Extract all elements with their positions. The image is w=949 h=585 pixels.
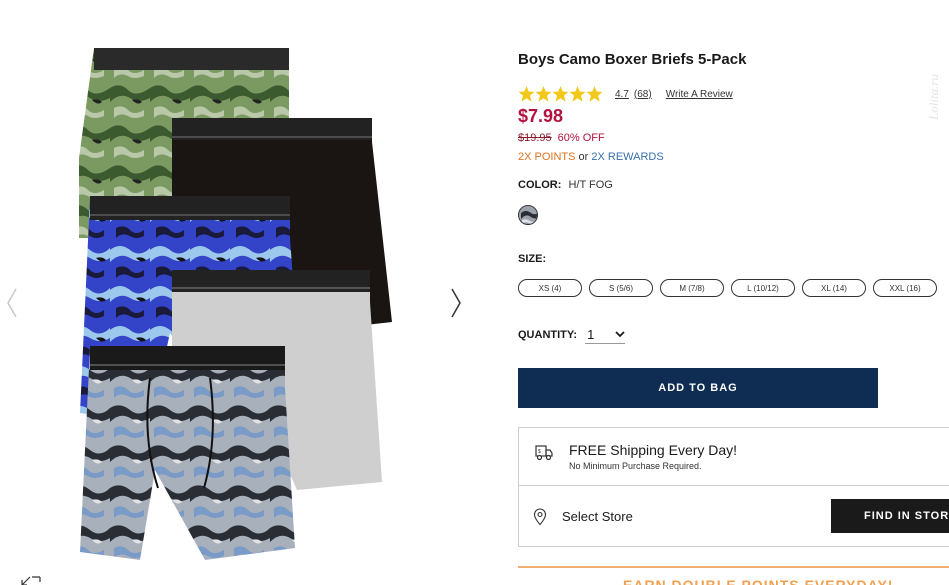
star-icon xyxy=(535,86,552,102)
svg-text:$: $ xyxy=(538,449,541,455)
chevron-down-icon xyxy=(615,331,625,338)
free-shipping-panel: $ FREE Shipping Every Day! No Minimum Pu… xyxy=(519,428,949,486)
watermark-logo: Lolita.ru xyxy=(926,74,941,121)
points-row: 2X POINTS or 2X REWARDS xyxy=(518,151,664,163)
size-option-m[interactable]: M (7/8) xyxy=(660,279,724,297)
select-store-link[interactable]: Select Store xyxy=(562,509,633,524)
or-text: or xyxy=(578,151,589,163)
promo-banner-text: EARN DOUBLE POINTS EVERYDAY! xyxy=(623,577,894,585)
size-label: SIZE: xyxy=(518,253,547,265)
write-review-link[interactable]: Write A Review xyxy=(666,89,733,100)
rewards-text: 2X REWARDS xyxy=(591,151,664,163)
was-price-row: $19.95 60% OFF xyxy=(518,132,605,144)
star-rating xyxy=(518,86,603,102)
find-in-store-button[interactable]: FIND IN STORE xyxy=(831,499,949,533)
sale-price: $7.98 xyxy=(518,106,564,126)
gallery-next-arrow[interactable] xyxy=(449,287,463,319)
size-option-s[interactable]: S (5/6) xyxy=(589,279,653,297)
quantity-select[interactable]: 1 xyxy=(585,326,626,344)
rating-value[interactable]: 4.7 xyxy=(615,89,629,100)
rating-count[interactable]: (68) xyxy=(634,89,652,100)
size-option-l[interactable]: L (10/12) xyxy=(731,279,795,297)
product-title: Boys Camo Boxer Briefs 5-Pack xyxy=(518,51,747,68)
star-icon xyxy=(552,86,569,102)
star-icon xyxy=(518,86,535,102)
product-details: Boys Camo Boxer Briefs 5-Pack 4.7 (68) W… xyxy=(518,0,949,585)
free-shipping-subtitle: No Minimum Purchase Required. xyxy=(569,461,702,471)
star-icon xyxy=(586,86,603,102)
free-shipping-title: FREE Shipping Every Day! xyxy=(569,442,738,458)
discount-badge: 60% OFF xyxy=(557,132,605,144)
expand-icon[interactable] xyxy=(20,574,42,585)
color-value: H/T FOG xyxy=(568,179,613,191)
svg-text:Lolita.ru: Lolita.ru xyxy=(926,74,941,121)
truck-icon: $ xyxy=(535,445,553,461)
gallery-prev-arrow[interactable] xyxy=(5,287,19,319)
product-gallery xyxy=(0,0,480,585)
size-options: XS (4) S (5/6) M (7/8) L (10/12) XL (14)… xyxy=(518,279,937,297)
shipping-box: $ FREE Shipping Every Day! No Minimum Pu… xyxy=(518,427,949,547)
points-text: 2X POINTS xyxy=(518,151,576,163)
add-to-bag-button[interactable]: ADD TO BAG xyxy=(518,368,878,408)
star-icon xyxy=(569,86,586,102)
rating-row: 4.7 (68) Write A Review xyxy=(518,86,738,102)
quantity-label: QUANTITY: xyxy=(518,329,578,341)
product-page: Boys Camo Boxer Briefs 5-Pack 4.7 (68) W… xyxy=(0,0,949,585)
product-image xyxy=(79,48,392,560)
promo-divider xyxy=(518,566,949,568)
location-pin-icon xyxy=(533,508,547,526)
color-label: COLOR: xyxy=(518,179,562,191)
quantity-row: QUANTITY: 1 xyxy=(518,326,626,344)
color-swatch[interactable] xyxy=(518,205,538,225)
size-option-xl[interactable]: XL (14) xyxy=(802,279,866,297)
size-option-xs[interactable]: XS (4) xyxy=(518,279,582,297)
original-price: $19.95 xyxy=(518,132,552,144)
size-option-xxl[interactable]: XXL (16) xyxy=(873,279,937,297)
quantity-value: 1 xyxy=(587,327,595,342)
color-row: COLOR: H/T FOG xyxy=(518,179,613,191)
